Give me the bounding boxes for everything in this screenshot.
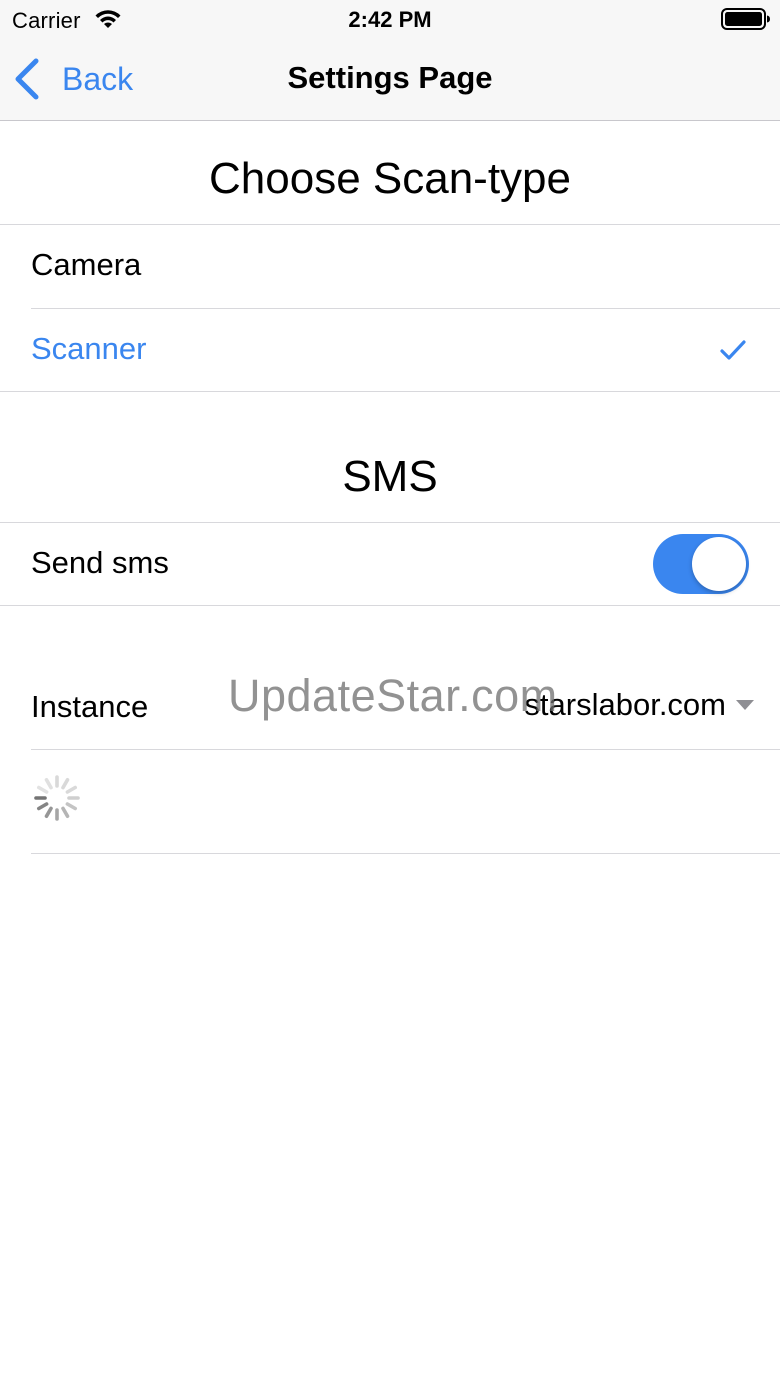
row-divider [31, 853, 780, 854]
loading-spinner-icon [34, 775, 80, 821]
battery-icon [721, 8, 770, 30]
instance-row: Instance starslabor.com [0, 667, 780, 749]
page-title: Settings Page [287, 60, 493, 95]
scan-type-header: Choose Scan-type [209, 154, 571, 203]
scan-option-label: Camera [31, 247, 142, 282]
instance-select[interactable]: starslabor.com [524, 687, 754, 723]
send-sms-toggle[interactable] [653, 534, 749, 594]
scan-option-camera[interactable]: Camera [0, 225, 780, 307]
section-divider [0, 605, 780, 606]
settings-screen: Carrier 2:42 PM Back Settings Page Choos… [0, 0, 780, 1387]
instance-label: Instance [31, 689, 149, 724]
section-divider [0, 391, 780, 392]
send-sms-label: Send sms [31, 545, 169, 580]
status-time: 2:42 PM [348, 7, 432, 32]
dropdown-arrow-icon [736, 700, 754, 710]
row-divider [31, 749, 780, 750]
sms-header: SMS [342, 452, 438, 501]
instance-value: starslabor.com [524, 687, 726, 722]
status-bar: Carrier 2:42 PM [0, 0, 780, 40]
navigation-bar: Back Settings Page [0, 40, 780, 121]
checkmark-icon [720, 340, 746, 360]
send-sms-row: Send sms [0, 523, 780, 605]
toggle-knob [692, 537, 746, 591]
scan-option-scanner[interactable]: Scanner [0, 309, 780, 391]
scan-option-label: Scanner [31, 331, 147, 366]
